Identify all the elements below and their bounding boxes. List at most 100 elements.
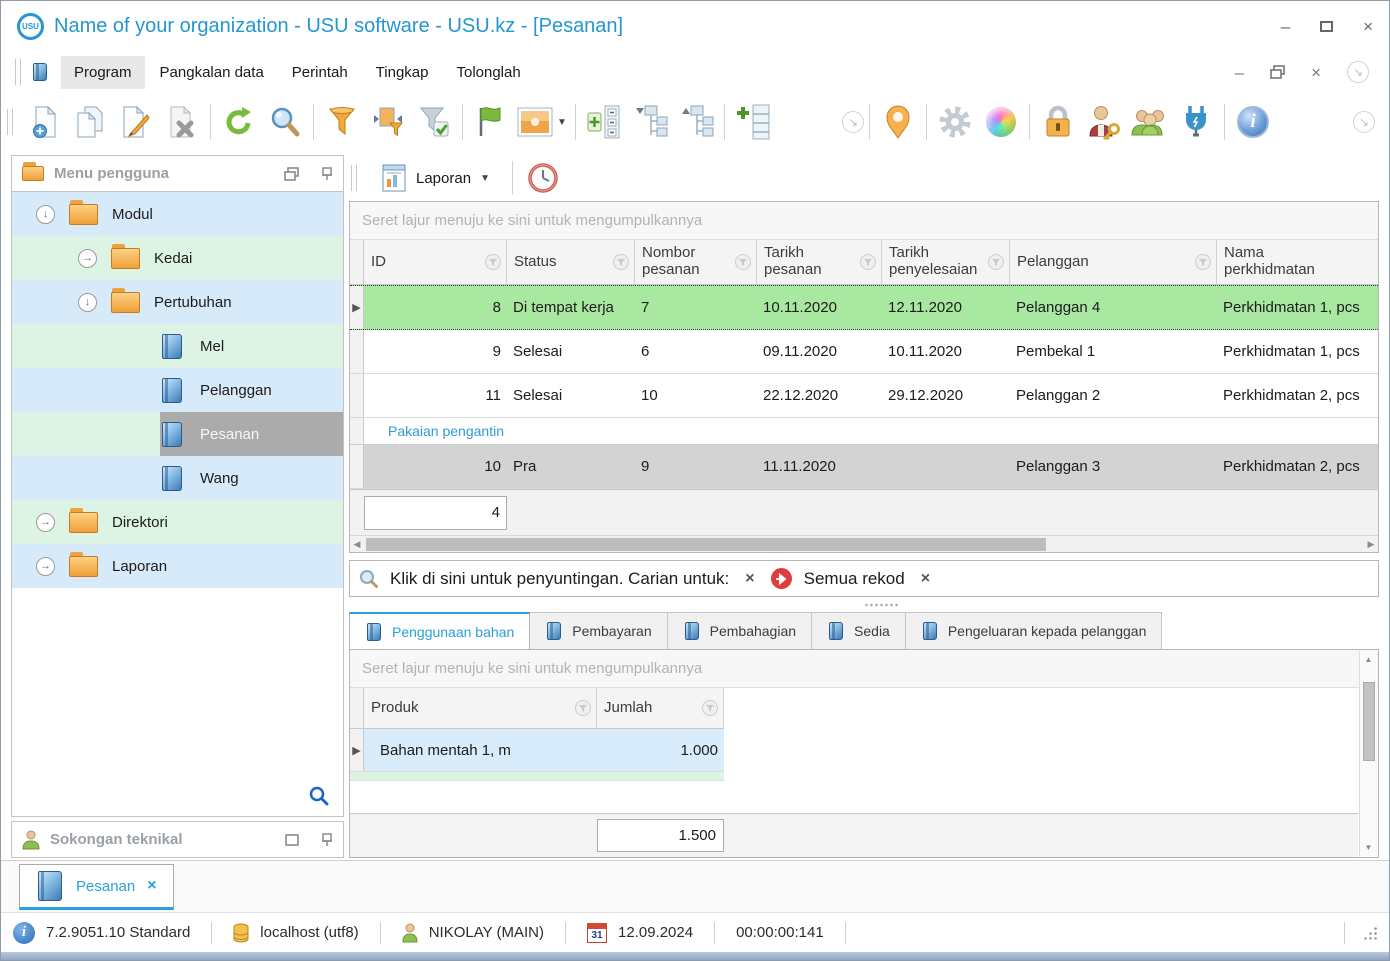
col-header-pelanggan[interactable]: Pelanggan: [1010, 240, 1217, 284]
filter-hint-text[interactable]: Klik di sini untuk penyuntingan. Carian …: [390, 569, 729, 589]
new-row-strip[interactable]: [350, 772, 724, 781]
tab-pengeluaran[interactable]: Pengeluaran kepada pelanggan: [906, 612, 1163, 650]
tree-item-modul[interactable]: ↓ Modul: [12, 192, 343, 236]
collapse-arrow-icon[interactable]: ↓: [78, 293, 97, 312]
add-column-icon[interactable]: [730, 97, 776, 147]
settings-gear-icon[interactable]: [932, 97, 978, 147]
col-header-tarikh-pesanan[interactable]: Tarikh pesanan: [757, 240, 882, 284]
scrollbar-thumb[interactable]: [1363, 682, 1375, 761]
tab-close-icon[interactable]: ×: [147, 877, 156, 895]
scroll-up-icon[interactable]: ▲: [1365, 651, 1373, 668]
table-row[interactable]: ▶ 8 Di tempat kerja 7 10.11.2020 12.11.2…: [350, 285, 1378, 330]
menu-tolonglah[interactable]: Tolonglah: [443, 56, 533, 89]
sidebar-restore-icon[interactable]: [284, 167, 299, 181]
scroll-down-icon[interactable]: ▼: [1365, 839, 1373, 856]
plugin-icon[interactable]: [1173, 97, 1219, 147]
edit-record-icon[interactable]: [113, 97, 159, 147]
tree-search-icon[interactable]: [309, 786, 329, 806]
filter-funnel-icon[interactable]: [575, 700, 591, 716]
expand-arrow-icon[interactable]: →: [36, 513, 55, 532]
add-record-icon[interactable]: [21, 97, 67, 147]
lock-icon[interactable]: [1035, 97, 1081, 147]
horizontal-scrollbar[interactable]: ◀ ▶: [350, 535, 1378, 552]
delete-record-icon[interactable]: [159, 97, 205, 147]
colors-icon[interactable]: [978, 97, 1024, 147]
info-icon[interactable]: i: [1230, 97, 1276, 147]
col-header-produk[interactable]: Produk: [364, 688, 597, 728]
filter-funnel-icon[interactable]: [702, 700, 718, 716]
menu-overflow-icon[interactable]: ↘: [1347, 61, 1369, 83]
timer-clock-icon[interactable]: [527, 162, 559, 194]
filter-bar[interactable]: Klik di sini untuk penyuntingan. Carian …: [349, 560, 1379, 597]
filter-funnel-icon[interactable]: [988, 254, 1004, 270]
tree-item-direktori[interactable]: → Direktori: [12, 500, 343, 544]
close-icon[interactable]: ×: [1363, 18, 1373, 35]
expand-arrow-icon[interactable]: →: [78, 249, 97, 268]
col-header-nombor-pesanan[interactable]: Nombor pesanan: [635, 240, 757, 284]
filter-funnel-icon[interactable]: [613, 254, 629, 270]
tree-item-pelanggan[interactable]: Pelanggan: [12, 368, 343, 412]
scroll-left-icon[interactable]: ◀: [350, 536, 364, 553]
tab-sedia[interactable]: Sedia: [812, 612, 906, 650]
scroll-right-icon[interactable]: ▶: [1364, 536, 1378, 553]
tree-item-mel[interactable]: Mel: [12, 324, 343, 368]
panel-splitter[interactable]: [349, 597, 1379, 612]
collapse-arrow-icon[interactable]: ↓: [36, 205, 55, 224]
scope-go-icon[interactable]: [771, 568, 792, 589]
filter-funnel-icon[interactable]: [735, 254, 751, 270]
refresh-icon[interactable]: [216, 97, 262, 147]
group-row[interactable]: Pakaian pengantin: [350, 418, 1378, 445]
expand-rows-icon[interactable]: [581, 97, 627, 147]
filter-apply-icon[interactable]: [411, 97, 457, 147]
flag-icon[interactable]: [468, 97, 514, 147]
filter-panel-icon[interactable]: [365, 97, 411, 147]
filter-scope-text[interactable]: Semua rekod: [804, 569, 905, 589]
minimize-icon[interactable]: –: [1281, 18, 1290, 35]
location-pin-icon[interactable]: [875, 97, 921, 147]
scope-clear-icon[interactable]: ×: [917, 570, 934, 588]
expand-tree-icon[interactable]: [627, 97, 673, 147]
sidebar-pin-icon[interactable]: [321, 167, 333, 181]
toolbar-overflow-icon[interactable]: ↘: [842, 111, 864, 133]
toolbar-overflow-right-icon[interactable]: ↘: [1353, 111, 1375, 133]
main-toolbar-drag-handle[interactable]: [7, 109, 13, 135]
maximize-icon[interactable]: [1320, 21, 1333, 32]
table-row[interactable]: 9 Selesai 6 09.11.2020 10.11.2020 Pembek…: [350, 330, 1378, 374]
tab-penggunaan-bahan[interactable]: Penggunaan bahan: [349, 612, 530, 650]
col-header-id[interactable]: ID: [364, 240, 507, 284]
search-icon[interactable]: [262, 97, 308, 147]
col-header-tarikh-penyelesaian[interactable]: Tarikh penyelesaian: [882, 240, 1010, 284]
image-dropdown-caret[interactable]: ▼: [557, 117, 567, 128]
mdi-minimize-icon[interactable]: –: [1235, 64, 1244, 81]
menu-perintah[interactable]: Perintah: [279, 56, 361, 89]
toolbar-drag-handle[interactable]: [15, 59, 21, 85]
table-row[interactable]: 11 Selesai 10 22.12.2020 29.12.2020 Pela…: [350, 374, 1378, 418]
table-row[interactable]: ▶ Bahan mentah 1, m 1.000: [350, 729, 724, 772]
tab-pembayaran[interactable]: Pembayaran: [530, 612, 667, 650]
expand-arrow-icon[interactable]: →: [36, 557, 55, 576]
duplicate-record-icon[interactable]: [67, 97, 113, 147]
collapse-tree-icon[interactable]: [673, 97, 719, 147]
support-panel-header[interactable]: Sokongan teknikal: [11, 821, 344, 858]
user-permissions-icon[interactable]: [1081, 97, 1127, 147]
filter-funnel-icon[interactable]: [1195, 254, 1211, 270]
mdi-close-icon[interactable]: ×: [1311, 64, 1321, 81]
tab-pembahagian[interactable]: Pembahagian: [668, 612, 812, 650]
mdi-restore-icon[interactable]: [1270, 65, 1285, 79]
group-row-label[interactable]: Pakaian pengantin: [364, 423, 504, 439]
col-header-status[interactable]: Status: [507, 240, 635, 284]
tree-item-laporan[interactable]: → Laporan: [12, 544, 343, 588]
users-icon[interactable]: [1127, 97, 1173, 147]
tree-item-pesanan[interactable]: Pesanan: [12, 412, 343, 456]
tree-item-pertubuhan[interactable]: ↓ Pertubuhan: [12, 280, 343, 324]
support-maximize-icon[interactable]: [285, 834, 299, 846]
window-tab-pesanan[interactable]: Pesanan ×: [19, 864, 174, 910]
table-row[interactable]: 10 Pra 9 11.11.2020 Pelanggan 3 Perkhidm…: [350, 445, 1378, 489]
filter-funnel-icon[interactable]: [860, 254, 876, 270]
laporan-button[interactable]: Laporan ▼: [373, 160, 498, 196]
filter-clear-icon[interactable]: ×: [741, 570, 758, 588]
tree-item-wang[interactable]: Wang: [12, 456, 343, 500]
image-icon[interactable]: ▼: [514, 97, 570, 147]
menu-tingkap[interactable]: Tingkap: [363, 56, 442, 89]
tree-item-kedai[interactable]: → Kedai: [12, 236, 343, 280]
